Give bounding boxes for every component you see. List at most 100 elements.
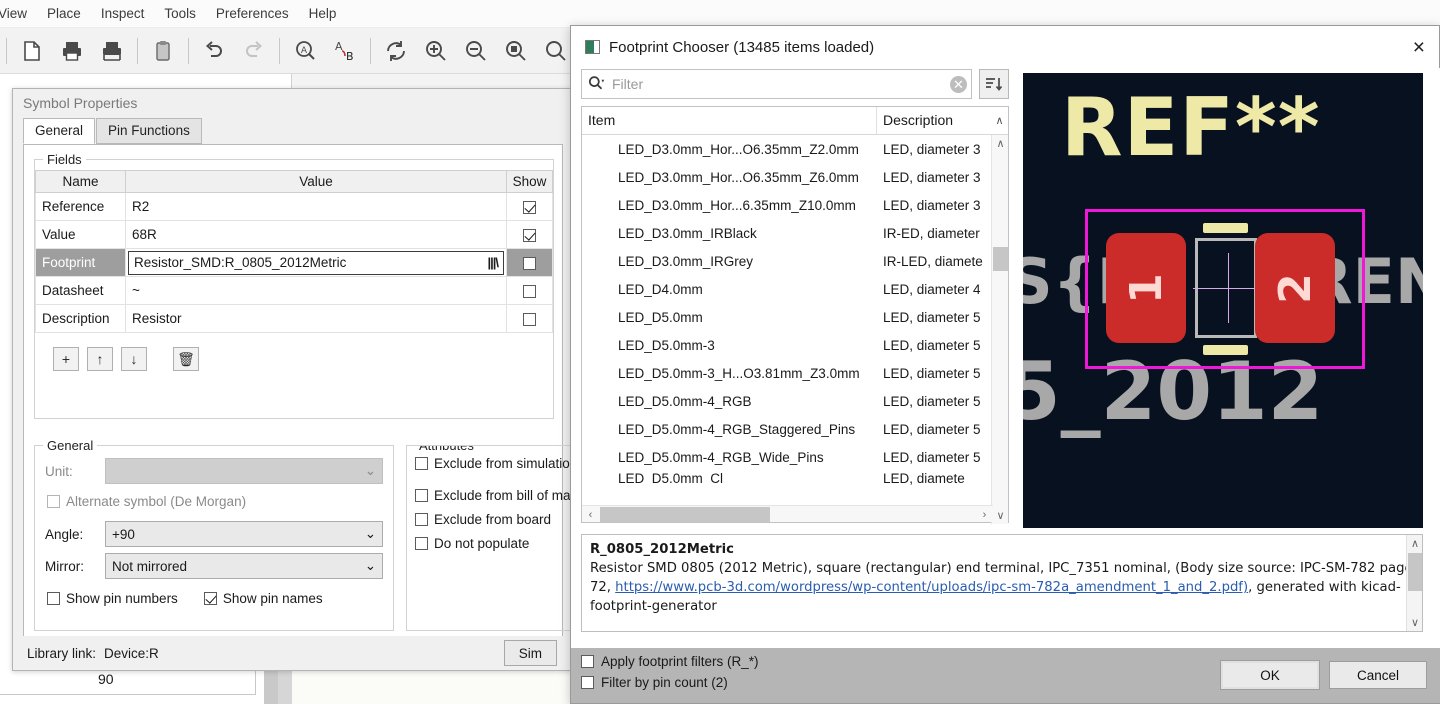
- show-checkbox[interactable]: [523, 284, 536, 298]
- apply-footprint-filters-row[interactable]: Apply footprint filters (R_*): [581, 654, 759, 669]
- scroll-down-icon[interactable]: ∨: [1407, 614, 1422, 631]
- list-horizontal-scrollbar[interactable]: ‹ ›: [582, 505, 993, 522]
- column-header-item[interactable]: Item: [582, 107, 877, 134]
- show-pin-numbers-checkbox[interactable]: [47, 592, 60, 605]
- column-header-value[interactable]: Value: [125, 170, 507, 193]
- footprint-preview[interactable]: REF** S{RERENCE 5_2012 1 2: [1023, 73, 1423, 528]
- search-input[interactable]: Filter: [606, 76, 950, 92]
- clear-icon[interactable]: ✕: [950, 75, 967, 93]
- plot-icon[interactable]: [93, 32, 131, 70]
- table-row[interactable]: Description Resistor: [35, 304, 553, 333]
- new-sheet-icon[interactable]: [13, 32, 51, 70]
- paste-icon[interactable]: [144, 32, 182, 70]
- show-checkbox[interactable]: [523, 312, 536, 326]
- datasheet-link[interactable]: https://www.pcb-3d.com/wordpress/wp-cont…: [615, 580, 1248, 595]
- ok-button[interactable]: OK: [1220, 660, 1320, 690]
- print-icon[interactable]: [53, 32, 91, 70]
- scroll-right-icon[interactable]: ›: [976, 506, 993, 523]
- description-scrollbar-thumb[interactable]: [1408, 553, 1422, 591]
- redo-icon[interactable]: [235, 32, 273, 70]
- field-show-reference[interactable]: [506, 192, 553, 221]
- sort-icon[interactable]: [979, 69, 1009, 99]
- show-pin-names-row[interactable]: Show pin names: [203, 591, 323, 606]
- list-item[interactable]: LED_D3.0mm_Hor...6.35mm_Z10.0mm LED, dia…: [582, 191, 1008, 219]
- field-show-description[interactable]: [506, 304, 553, 333]
- list-item[interactable]: LED_D4.0mm LED, diameter 4: [582, 275, 1008, 303]
- scroll-left-icon[interactable]: ‹: [582, 506, 599, 523]
- list-item[interactable]: LED_D5.0mm-4_RGB_Wide_Pins LED, diameter…: [582, 443, 1008, 471]
- menu-inspect[interactable]: Inspect: [91, 2, 155, 25]
- menu-help[interactable]: Help: [299, 2, 347, 25]
- filter-input-box[interactable]: Filter ✕: [581, 69, 972, 99]
- field-value-datasheet[interactable]: ~: [125, 276, 507, 305]
- show-checkbox[interactable]: [523, 256, 536, 270]
- list-item[interactable]: LED_D3.0mm_IRBlack IR-ED, diameter: [582, 219, 1008, 247]
- list-vertical-scrollbar[interactable]: ∧ ∨: [991, 135, 1008, 524]
- list-item[interactable]: LED_D3.0mm_Hor...O6.35mm_Z6.0mm LED, dia…: [582, 163, 1008, 191]
- apply-footprint-filters-checkbox[interactable]: [581, 655, 594, 668]
- footprint-list-rows[interactable]: LED_D3.0mm_Hor...O6.35mm_Z2.0mm LED, dia…: [582, 135, 1008, 503]
- simulation-button[interactable]: Sim: [503, 640, 557, 666]
- refresh-icon[interactable]: [377, 32, 415, 70]
- description-scrollbar[interactable]: ∧ ∨: [1406, 535, 1422, 631]
- scroll-up-icon[interactable]: ∧: [1407, 535, 1422, 552]
- show-checkbox[interactable]: [523, 228, 536, 242]
- footprint-description-panel[interactable]: R_0805_2012Metric Resistor SMD 0805 (201…: [581, 534, 1423, 632]
- search-icon[interactable]: [588, 75, 606, 93]
- zoom-fit-icon[interactable]: [497, 32, 535, 70]
- list-item[interactable]: LED_D3.0mm_Hor...O6.35mm_Z2.0mm LED, dia…: [582, 135, 1008, 163]
- horizontal-scrollbar-thumb[interactable]: [600, 507, 770, 522]
- find-icon[interactable]: A: [286, 32, 324, 70]
- vertical-scrollbar-thumb[interactable]: [993, 247, 1008, 271]
- footprint-list[interactable]: Item Description ∧ LED_D3.0mm_Hor...O6.3…: [581, 106, 1009, 524]
- menu-view[interactable]: View: [0, 2, 37, 25]
- list-item[interactable]: LED_D5.0mm_Cl LED, diamete: [582, 471, 1008, 485]
- menu-place[interactable]: Place: [37, 2, 91, 25]
- scroll-down-icon[interactable]: ∨: [992, 507, 1009, 524]
- list-item[interactable]: LED_D5.0mm-3 LED, diameter 5: [582, 331, 1008, 359]
- mirror-select[interactable]: Not mirrored ⌄: [105, 553, 383, 579]
- find-replace-icon[interactable]: AB: [326, 32, 364, 70]
- list-item[interactable]: LED_D5.0mm-3_H...O3.81mm_Z3.0mm LED, dia…: [582, 359, 1008, 387]
- list-item[interactable]: LED_D3.0mm_IRGrey IR-LED, diamete: [582, 247, 1008, 275]
- field-show-datasheet[interactable]: [506, 276, 553, 305]
- chevron-up-icon[interactable]: ∧: [991, 107, 1008, 134]
- field-show-footprint[interactable]: [506, 248, 553, 277]
- angle-select[interactable]: +90 ⌄: [105, 521, 383, 547]
- filter-by-pin-count-checkbox[interactable]: [581, 676, 594, 689]
- library-browse-icon[interactable]: |||\: [487, 255, 501, 270]
- list-item[interactable]: LED_D5.0mm LED, diameter 5: [582, 303, 1008, 331]
- delete-field-button[interactable]: 🗑: [173, 347, 199, 371]
- zoom-out-icon[interactable]: [457, 32, 495, 70]
- filter-by-pin-count-row[interactable]: Filter by pin count (2): [581, 675, 759, 690]
- move-up-button[interactable]: ↑: [87, 347, 113, 371]
- table-row[interactable]: Reference R2: [35, 192, 553, 221]
- table-row[interactable]: Value 68R: [35, 220, 553, 249]
- show-checkbox[interactable]: [523, 200, 536, 214]
- do-not-populate-checkbox[interactable]: [415, 537, 428, 550]
- tab-general[interactable]: General: [23, 118, 96, 144]
- table-row[interactable]: Datasheet ~: [35, 276, 553, 305]
- exclude-from-bom-checkbox[interactable]: [415, 489, 428, 502]
- field-value-description[interactable]: Resistor: [125, 304, 507, 333]
- table-row-selected[interactable]: Footprint Resistor_SMD:R_0805_2012Metric…: [35, 248, 553, 277]
- add-field-button[interactable]: +: [53, 347, 79, 371]
- move-down-button[interactable]: ↓: [121, 347, 147, 371]
- show-pin-names-checkbox[interactable]: [203, 592, 217, 605]
- zoom-in-icon[interactable]: [417, 32, 455, 70]
- column-header-description[interactable]: Description: [877, 107, 991, 134]
- tab-pin-functions[interactable]: Pin Functions: [96, 118, 202, 144]
- field-value-value[interactable]: 68R: [125, 220, 507, 249]
- scroll-up-icon[interactable]: ∧: [992, 135, 1009, 152]
- exclude-from-board-checkbox[interactable]: [415, 513, 428, 526]
- column-header-name[interactable]: Name: [35, 170, 126, 193]
- close-icon[interactable]: ×: [1413, 37, 1425, 58]
- menu-tools[interactable]: Tools: [154, 2, 206, 25]
- exclude-from-simulation-checkbox[interactable]: [415, 457, 428, 470]
- undo-icon[interactable]: [195, 32, 233, 70]
- list-item[interactable]: LED_D5.0mm-4_RGB_Staggered_Pins LED, dia…: [582, 415, 1008, 443]
- field-show-value[interactable]: [506, 220, 553, 249]
- list-item[interactable]: LED_D5.0mm-4_RGB LED, diameter 5: [582, 387, 1008, 415]
- cancel-button[interactable]: Cancel: [1329, 661, 1427, 689]
- footprint-input[interactable]: Resistor_SMD:R_0805_2012Metric |||\: [128, 250, 504, 275]
